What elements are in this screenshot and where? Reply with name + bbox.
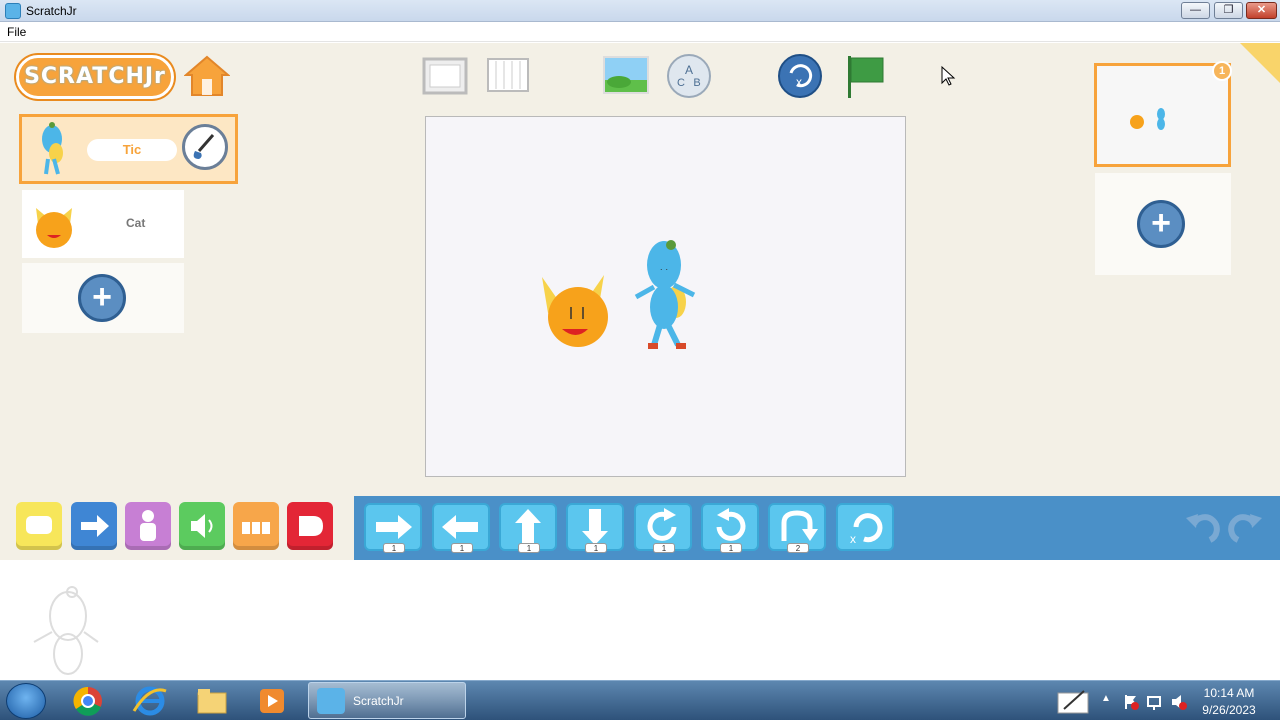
media-player-icon[interactable] (252, 685, 292, 717)
volume-muted-icon[interactable] (1170, 693, 1188, 711)
svg-text:B: B (693, 77, 700, 89)
minimize-button[interactable]: — (1181, 2, 1210, 19)
block-palette-bar: 1 1 1 1 1 1 2 x (0, 496, 1280, 560)
tic-character[interactable]: · · (634, 240, 696, 349)
grid-icon[interactable] (486, 57, 530, 95)
add-sprite-button[interactable]: + (78, 274, 126, 322)
page-number-badge: 1 (1212, 61, 1232, 81)
trigger-icon (26, 516, 52, 534)
paintbrush-icon (193, 134, 215, 159)
scratchjr-taskbar-icon (317, 688, 345, 714)
hop-block[interactable]: 2 (768, 503, 826, 553)
action-center-icon[interactable] (1122, 693, 1140, 711)
sprite-name-cat: Cat (126, 216, 146, 230)
cat-character[interactable] (542, 275, 608, 347)
home-icon (183, 55, 231, 96)
turn-right-block[interactable]: 1 (634, 503, 692, 553)
fullscreen-icon[interactable] (418, 53, 472, 99)
control-category-button[interactable] (233, 502, 279, 550)
looks-category-button[interactable] (125, 502, 171, 550)
background-icon[interactable] (603, 56, 649, 94)
sprite-card-tic[interactable]: Tic (19, 114, 238, 184)
control-icon (242, 522, 270, 534)
triggering-category-button[interactable] (16, 502, 62, 550)
taskbar-clock-date[interactable]: 9/26/2023 (1194, 703, 1264, 717)
scratchjr-app-icon (5, 3, 21, 19)
add-text-icon[interactable]: A C B (666, 53, 712, 99)
move-down-block[interactable]: 1 (566, 503, 624, 553)
pen-input-icon[interactable] (1056, 687, 1092, 715)
go-home-block[interactable]: x (836, 503, 894, 551)
close-button[interactable]: ✕ (1246, 2, 1277, 19)
add-sprite-area: + (22, 263, 184, 333)
block-parameter[interactable]: 2 (787, 543, 809, 553)
block-parameter[interactable]: 1 (653, 543, 675, 553)
start-button[interactable] (6, 683, 46, 719)
taskbar-scratchjr[interactable]: ScratchJr (308, 682, 466, 719)
svg-text:· ·: · · (660, 264, 669, 274)
stage[interactable]: · · (425, 116, 906, 477)
go-home-icon: x (850, 513, 883, 546)
end-category-button[interactable] (287, 502, 333, 550)
svg-text:C: C (677, 77, 685, 89)
block-parameter[interactable]: 1 (518, 543, 540, 553)
scratchjr-logo: SCRATCHJr (16, 55, 174, 99)
title-bar: ScratchJr — ❐ ✕ (0, 0, 1280, 22)
network-icon[interactable] (1146, 693, 1164, 711)
menu-bar: File (0, 22, 1280, 42)
page-thumbnail-preview (1130, 108, 1165, 130)
sprite-card-cat[interactable]: Cat (22, 190, 184, 258)
move-left-block[interactable]: 1 (432, 503, 490, 553)
right-arrow-icon (81, 515, 109, 537)
end-icon (299, 516, 323, 536)
cat-sprite-thumbnail (36, 208, 72, 248)
person-icon (140, 510, 156, 541)
maximize-button[interactable]: ❐ (1214, 2, 1243, 19)
motion-blocks-palette: 1 1 1 1 1 1 2 x (354, 496, 1280, 560)
internet-explorer-icon[interactable] (130, 685, 170, 717)
redo-icon[interactable] (1228, 508, 1268, 548)
reset-characters-icon[interactable]: x (777, 53, 823, 99)
svg-text:A: A (685, 63, 693, 77)
turn-left-block[interactable]: 1 (701, 503, 759, 553)
undo-icon[interactable] (1180, 508, 1220, 548)
move-up-block[interactable]: 1 (499, 503, 557, 553)
stage-canvas: · · (542, 240, 696, 349)
taskbar-clock-time[interactable]: 10:14 AM (1194, 686, 1264, 700)
menu-file[interactable]: File (7, 25, 26, 39)
page-thumbnail-1[interactable] (1094, 63, 1231, 167)
sprite-name-field[interactable]: Tic (87, 139, 177, 161)
show-hidden-icons-icon[interactable]: ▲ (1101, 693, 1111, 704)
home-button[interactable] (183, 53, 231, 99)
block-parameter[interactable]: 1 (720, 543, 742, 553)
taskbar-task-label: ScratchJr (353, 694, 404, 708)
paint-editor-button[interactable] (182, 124, 228, 170)
block-parameter[interactable]: 1 (383, 543, 405, 553)
sprite-watermark-tic (33, 586, 99, 675)
motion-category-button[interactable] (71, 502, 117, 550)
speaker-icon (191, 514, 213, 538)
add-page-button[interactable]: + (1137, 200, 1185, 248)
tic-sprite-thumbnail (42, 122, 63, 175)
windows-taskbar: ScratchJr ▲ 10:14 AM 9/26/2023 (0, 680, 1280, 720)
block-parameter[interactable]: 1 (585, 543, 607, 553)
info-corner[interactable] (1240, 43, 1280, 83)
block-parameter[interactable]: 1 (451, 543, 473, 553)
chrome-icon[interactable] (68, 685, 108, 717)
svg-text:x: x (850, 532, 856, 546)
add-page-area: + (1095, 173, 1231, 275)
file-explorer-icon[interactable] (192, 685, 232, 717)
window-title: ScratchJr (26, 4, 77, 18)
mouse-cursor-icon (941, 65, 956, 86)
sound-category-button[interactable] (179, 502, 225, 550)
svg-text:x: x (796, 75, 802, 89)
move-right-block[interactable]: 1 (364, 503, 422, 553)
green-flag-icon[interactable] (843, 52, 887, 100)
editor-workspace: SCRATCHJr A C B x Tic Cat + · · 1 + (0, 43, 1280, 496)
script-area[interactable] (0, 560, 1280, 680)
